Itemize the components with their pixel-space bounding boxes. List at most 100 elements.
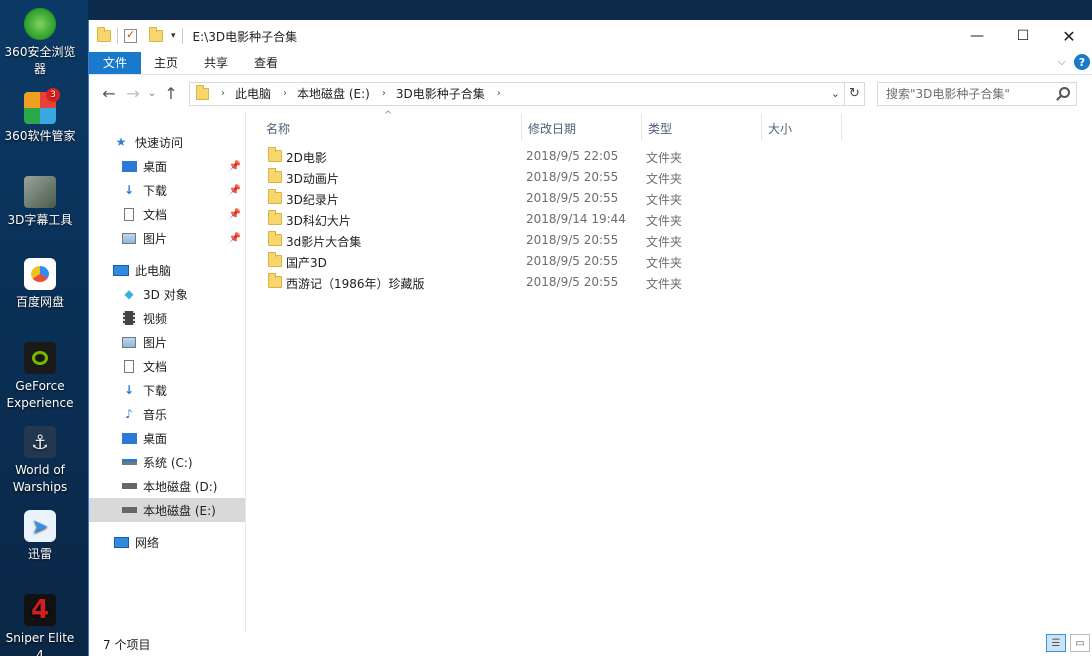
column-divider[interactable] (841, 114, 842, 140)
software-manager-icon: 3 (24, 88, 60, 124)
address-row: ← → ⌄ ↑ › 此电脑 › 本地磁盘 (E:) › 3D电影种子合集 › ⌄… (89, 74, 1092, 112)
shortcut-label: 百度网盘 (15, 295, 64, 309)
nav-network[interactable]: 网络 (89, 530, 245, 554)
back-button[interactable]: ← (97, 84, 121, 103)
browser-360-icon (24, 8, 56, 40)
nav-label: 快速访问 (135, 135, 184, 150)
3d-objects-icon: ◆ (124, 287, 134, 301)
folder-icon (196, 84, 209, 100)
address-dropdown-icon[interactable]: ⌄ (831, 87, 840, 100)
breadcrumb-current-folder[interactable]: 3D电影种子合集 (396, 85, 485, 102)
desktop-shortcut-3dsubtitle[interactable]: 3D字幕工具 (0, 176, 80, 229)
close-button[interactable]: ✕ (1046, 20, 1092, 52)
breadcrumb-drive-e[interactable]: 本地磁盘 (E:) (297, 85, 370, 102)
column-size[interactable]: 大小 (768, 120, 792, 137)
maximize-button[interactable]: ☐ (1000, 20, 1046, 52)
nav-videos[interactable]: 视频 (89, 306, 245, 330)
nav-drive-d[interactable]: 本地磁盘 (D:) (89, 474, 245, 498)
shortcut-label: 3D字幕工具 (7, 213, 73, 227)
nav-desktop[interactable]: 桌面 (89, 426, 245, 450)
pin-icon[interactable]: 📌 (229, 209, 241, 220)
properties-icon[interactable] (124, 28, 137, 43)
nav-quick-documents[interactable]: 文档 📌 (89, 202, 245, 226)
toolbar-separator (181, 28, 183, 44)
column-name[interactable]: 名称 (266, 120, 290, 137)
nav-pictures[interactable]: 图片 (89, 330, 245, 354)
title-bar: ▾ E:\3D电影种子合集 — ☐ ✕ (89, 20, 1092, 52)
breadcrumb-separator[interactable]: › (382, 88, 386, 99)
search-icon[interactable] (1059, 86, 1070, 98)
breadcrumb-this-pc[interactable]: 此电脑 (235, 85, 271, 102)
desktop-shortcut-baidu[interactable]: 百度网盘 (0, 258, 80, 311)
desktop-shortcut-xunlei[interactable]: ➤ 迅雷 (0, 510, 80, 563)
nav-quick-access[interactable]: ★ 快速访问 (89, 130, 245, 154)
desktop-shortcut-geforce[interactable]: GeForce Experience (0, 342, 80, 412)
file-date: 2018/9/5 20:55 (526, 275, 619, 289)
up-button[interactable]: ↑ (159, 84, 183, 103)
file-row[interactable]: 3d影片大合集 2018/9/5 20:55 文件夹 (264, 230, 844, 251)
search-box[interactable]: 搜索"3D电影种子合集" (877, 81, 1077, 106)
navigation-pane: ★ 快速访问 桌面 📌 ↓ 下载 📌 文档 📌 图片 📌 此电脑 ◆ 3D 对象… (89, 112, 246, 632)
tab-home[interactable]: 主页 (141, 52, 191, 74)
desktop-shortcut-360browser[interactable]: 360安全浏览器 (0, 8, 80, 78)
column-divider[interactable] (521, 114, 522, 140)
new-folder-icon[interactable] (149, 27, 163, 42)
nav-documents[interactable]: 文档 (89, 354, 245, 378)
nav-music[interactable]: ♪ 音乐 (89, 402, 245, 426)
nav-drive-c[interactable]: 系统 (C:) (89, 450, 245, 474)
customize-toolbar-icon[interactable]: ▾ (171, 31, 176, 41)
warships-icon: ⚓ (24, 426, 56, 458)
file-date: 2018/9/5 20:55 (526, 233, 619, 247)
help-icon[interactable]: ? (1074, 54, 1090, 70)
nav-quick-desktop[interactable]: 桌面 📌 (89, 154, 245, 178)
picture-icon (121, 231, 137, 245)
folder-icon (268, 231, 282, 246)
breadcrumb-separator[interactable]: › (221, 88, 225, 99)
tab-share[interactable]: 共享 (191, 52, 241, 74)
column-date[interactable]: 修改日期 (528, 120, 576, 137)
column-divider[interactable] (641, 114, 642, 140)
file-row[interactable]: 西游记（1986年）珍藏版 2018/9/5 20:55 文件夹 (264, 272, 844, 293)
column-divider[interactable] (761, 114, 762, 140)
file-type: 文件夹 (646, 193, 683, 207)
refresh-button[interactable]: ↻ (845, 81, 865, 106)
expand-ribbon-icon[interactable]: ⌵ (1058, 55, 1066, 69)
shortcut-label: 360软件管家 (4, 129, 76, 143)
forward-button[interactable]: → (121, 84, 145, 103)
recent-locations-button[interactable]: ⌄ (145, 88, 159, 99)
folder-icon (268, 252, 282, 267)
breadcrumb-separator[interactable]: › (283, 88, 287, 99)
tab-view[interactable]: 查看 (241, 52, 291, 74)
file-explorer-window: ▾ E:\3D电影种子合集 — ☐ ✕ 文件 主页 共享 查看 ⌵ ? ← → … (88, 20, 1092, 656)
star-icon: ★ (115, 135, 127, 149)
file-name: 3D动画片 (286, 172, 339, 186)
pin-icon[interactable]: 📌 (229, 233, 241, 244)
file-row[interactable]: 2D电影 2018/9/5 22:05 文件夹 (264, 146, 844, 167)
desktop-shortcut-warships[interactable]: ⚓ World of Warships (0, 426, 80, 496)
nav-quick-pictures[interactable]: 图片 📌 (89, 226, 245, 250)
nav-gap (89, 250, 245, 258)
breadcrumb-separator[interactable]: › (497, 88, 501, 99)
large-icons-view-button[interactable]: ▭ (1070, 634, 1090, 652)
column-type[interactable]: 类型 (648, 120, 672, 137)
address-bar[interactable]: › 此电脑 › 本地磁盘 (E:) › 3D电影种子合集 › ⌄ (189, 81, 845, 106)
details-view-button[interactable]: ☰ (1046, 634, 1066, 652)
file-row[interactable]: 3D纪录片 2018/9/5 20:55 文件夹 (264, 188, 844, 209)
pin-icon[interactable]: 📌 (229, 161, 241, 172)
desktop-shortcut-360software[interactable]: 3 360软件管家 (0, 88, 80, 145)
pin-icon[interactable]: 📌 (229, 185, 241, 196)
minimize-button[interactable]: — (954, 20, 1000, 52)
tab-file[interactable]: 文件 (89, 52, 142, 74)
nav-this-pc[interactable]: 此电脑 (89, 258, 245, 282)
nav-drive-e[interactable]: 本地磁盘 (E:) (89, 498, 245, 522)
subtitle-tool-icon (24, 176, 56, 208)
nav-downloads[interactable]: ↓ 下载 (89, 378, 245, 402)
window-title: E:\3D电影种子合集 (192, 29, 298, 44)
file-row[interactable]: 3D动画片 2018/9/5 20:55 文件夹 (264, 167, 844, 188)
nav-3d-objects[interactable]: ◆ 3D 对象 (89, 282, 245, 306)
file-row[interactable]: 3D科幻大片 2018/9/14 19:44 文件夹 (264, 209, 844, 230)
desktop-shortcut-sniper[interactable]: 4 Sniper Elite 4 (0, 594, 80, 656)
nav-quick-download[interactable]: ↓ 下载 📌 (89, 178, 245, 202)
file-row[interactable]: 国产3D 2018/9/5 20:55 文件夹 (264, 251, 844, 272)
column-headers: ^ 名称 修改日期 类型 大小 (246, 110, 1092, 142)
